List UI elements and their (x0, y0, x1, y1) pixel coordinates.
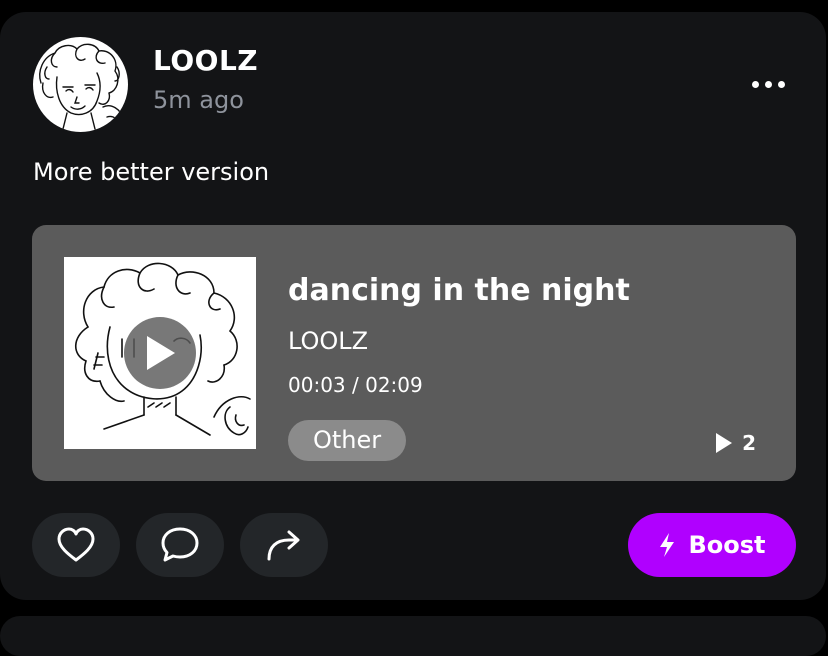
lightning-icon (660, 533, 675, 557)
play-count-icon (716, 433, 733, 453)
next-post-card (0, 616, 826, 656)
avatar-sketch-image (39, 43, 124, 130)
comment-button[interactable] (136, 513, 224, 577)
share-icon (267, 530, 300, 561)
track-artist[interactable]: LOOLZ (288, 327, 368, 355)
like-button[interactable] (32, 513, 120, 577)
audio-player-card[interactable]: dancing in the night LOOLZ 00:03 / 02:09… (32, 225, 796, 481)
username[interactable]: LOOLZ (153, 44, 258, 77)
comment-icon (161, 527, 199, 562)
heart-icon (57, 527, 95, 562)
post-caption: More better version (33, 158, 270, 186)
boost-label: Boost (688, 531, 766, 559)
more-options-button[interactable] (740, 70, 796, 98)
avatar[interactable] (33, 37, 128, 132)
playback-time: 00:03 / 02:09 (288, 373, 423, 397)
post-card: LOOLZ 5m ago More better version dancing… (0, 12, 826, 600)
post-timestamp: 5m ago (153, 86, 244, 114)
play-button[interactable] (124, 317, 196, 389)
track-cover-art[interactable] (64, 257, 256, 449)
share-button[interactable] (240, 513, 328, 577)
track-title[interactable]: dancing in the night (288, 273, 630, 308)
play-count: 2 (715, 431, 756, 455)
play-icon (147, 336, 175, 370)
genre-tag[interactable]: Other (288, 420, 407, 461)
play-count-value: 2 (742, 431, 756, 455)
more-dots-icon (751, 80, 759, 88)
boost-button[interactable]: Boost (628, 513, 796, 577)
